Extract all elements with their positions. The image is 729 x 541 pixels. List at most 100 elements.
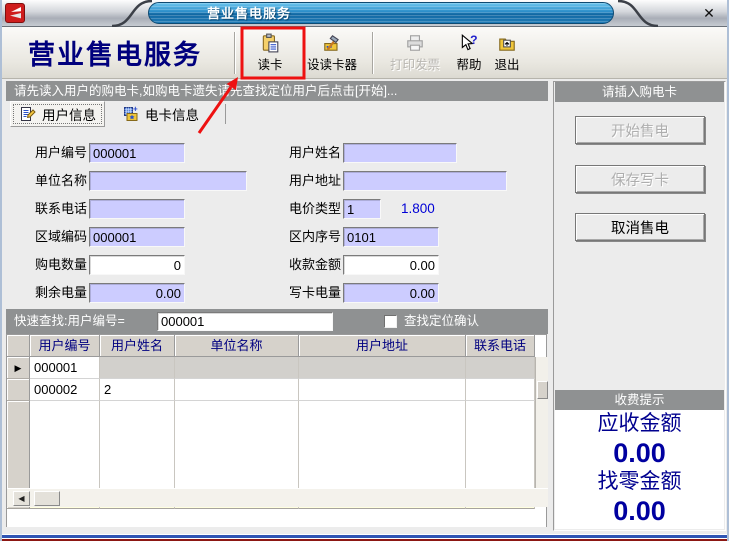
field-label-purchase-qty: 购电数量	[24, 255, 87, 275]
grid-column-header[interactable]: 联系电话	[466, 335, 535, 357]
toolbar-label: 退出	[494, 54, 519, 73]
user-id-input[interactable]	[89, 143, 185, 163]
card-info-icon: +	[122, 105, 140, 123]
tab-card-info[interactable]: + 电卡信息	[114, 101, 207, 127]
grid-cell	[175, 379, 299, 401]
grid-horizontal-scrollbar[interactable]: ◀	[7, 488, 548, 507]
field-label-area-code: 区域编码	[24, 227, 87, 247]
field-label-price-type: 电价类型	[278, 199, 341, 219]
purchase-qty-input[interactable]	[89, 255, 185, 275]
tab-user-info[interactable]: 用户信息	[10, 101, 105, 127]
amount-received-input[interactable]	[343, 255, 439, 275]
grid-cell	[299, 357, 466, 379]
scroll-left-arrow-icon[interactable]: ◀	[13, 491, 30, 506]
toolbar-button-read-card[interactable]: 读卡	[242, 29, 298, 77]
org-name-input[interactable]	[89, 171, 247, 191]
app-logo-icon	[5, 3, 25, 23]
grid-column-header[interactable]: 用户编号	[30, 335, 100, 357]
vertical-scroll-thumb[interactable]	[537, 381, 548, 399]
field-label-user-address: 用户地址	[278, 171, 341, 191]
phone-input[interactable]	[89, 199, 185, 219]
side-panel: 请插入购电卡 开始售电 保存写卡 取消售电 收费提示 应收金额 0.00 找零金…	[553, 81, 726, 531]
user-grid: 用户编号 用户姓名 单位名称 用户地址 联系电话 ▶ 000001 000002…	[6, 334, 547, 527]
current-row-marker-icon: ▶	[7, 357, 30, 379]
app-title: 营业售电服务	[28, 33, 228, 72]
toolbar-separator	[372, 32, 374, 74]
start-sale-button: 开始售电	[575, 116, 705, 144]
toolbar-label: 帮助	[456, 54, 481, 73]
grid-cell	[466, 379, 535, 401]
user-address-input[interactable]	[343, 171, 507, 191]
grid-column-header[interactable]: 用户地址	[299, 335, 466, 357]
insert-card-header: 请插入购电卡	[555, 82, 724, 102]
grid-cell	[175, 357, 299, 379]
toolbar-button-exit[interactable]: 退出	[488, 29, 526, 77]
instruction-bar: 请先读入用户的购电卡,如购电卡遗失请先查找定位用户后点击[开始]...	[6, 81, 548, 101]
app-window: 营业售电服务 ✕ 营业售电服务 读卡	[0, 0, 729, 541]
grid-indicator-cell	[7, 379, 30, 401]
grid-row-selected[interactable]: ▶ 000001	[7, 357, 535, 379]
toolbar-separator	[234, 32, 236, 74]
toolbar-button-setup-reader[interactable]: 设读卡器	[298, 29, 366, 77]
grid-column-header[interactable]: 单位名称	[175, 335, 299, 357]
exit-icon	[497, 33, 517, 53]
locate-confirm-checkbox[interactable]	[384, 315, 397, 328]
amount-due-label: 应收金额	[598, 410, 682, 438]
window-bottom-border	[2, 534, 729, 541]
close-button[interactable]: ✕	[698, 4, 720, 22]
grid-empty-area	[7, 401, 535, 488]
toolbar: 营业售电服务 读卡 设读卡器	[2, 27, 729, 79]
cancel-sale-button[interactable]: 取消售电	[575, 213, 705, 241]
locate-confirm-label: 查找定位确认	[404, 309, 479, 334]
titlebar[interactable]: 营业售电服务 ✕	[2, 0, 729, 27]
grid-row[interactable]: 000002 2	[7, 379, 535, 401]
write-card-energy-input[interactable]	[343, 283, 439, 303]
read-card-icon	[260, 33, 280, 53]
field-label-remaining-energy: 剩余电量	[24, 283, 87, 303]
svg-text:+: +	[133, 105, 138, 114]
field-label-write-card-energy: 写卡电量	[278, 283, 341, 303]
print-invoice-icon	[405, 33, 425, 53]
svg-text:?: ?	[470, 33, 477, 47]
amount-due-value: 0.00	[613, 438, 666, 468]
grid-column-header[interactable]: 用户姓名	[100, 335, 175, 357]
grid-cell	[100, 357, 175, 379]
field-label-org-name: 单位名称	[24, 171, 87, 191]
help-icon: ?	[459, 33, 479, 53]
user-form-icon	[19, 105, 37, 123]
field-label-phone: 联系电话	[24, 199, 87, 219]
titlebar-curves	[2, 0, 729, 27]
grid-indicator-header	[7, 335, 30, 357]
toolbar-label: 读卡	[257, 54, 282, 73]
field-label-area-seq: 区内序号	[278, 227, 341, 247]
toolbar-label: 打印发票	[390, 54, 440, 73]
grid-cell	[299, 379, 466, 401]
grid-cell: 2	[100, 379, 175, 401]
grid-cell	[466, 357, 535, 379]
grid-cell: 000001	[30, 357, 100, 379]
field-label-user-name: 用户姓名	[278, 143, 341, 163]
save-write-card-button: 保存写卡	[575, 165, 705, 193]
grid-vertical-scrollbar[interactable]	[535, 357, 548, 488]
price-rate-value: 1.800	[401, 199, 435, 219]
card-reader-setup-icon	[322, 33, 342, 53]
horizontal-scroll-thumb[interactable]	[34, 491, 60, 506]
tab-separator	[225, 104, 226, 124]
toolbar-label: 设读卡器	[307, 54, 357, 73]
grid-header-row: 用户编号 用户姓名 单位名称 用户地址 联系电话	[7, 335, 535, 357]
change-amount-value: 0.00	[613, 496, 666, 526]
fee-area: 应收金额 0.00 找零金额 0.00	[555, 410, 724, 529]
area-seq-input[interactable]	[343, 227, 439, 247]
toolbar-button-help[interactable]: ? 帮助	[450, 29, 488, 77]
field-label-amount-received: 收款金额	[278, 255, 341, 275]
quickfind-label: 快速查找:用户编号=	[14, 314, 125, 328]
tab-label: 用户信息	[42, 104, 96, 124]
remaining-energy-input[interactable]	[89, 283, 185, 303]
price-type-input[interactable]	[343, 199, 381, 219]
user-name-input[interactable]	[343, 143, 457, 163]
tab-bar: 用户信息 + 电卡信息	[6, 101, 548, 127]
quickfind-input[interactable]	[157, 312, 333, 331]
grid-cell: 000002	[30, 379, 100, 401]
field-label-user-id: 用户编号	[24, 143, 87, 163]
area-code-input[interactable]	[89, 227, 185, 247]
